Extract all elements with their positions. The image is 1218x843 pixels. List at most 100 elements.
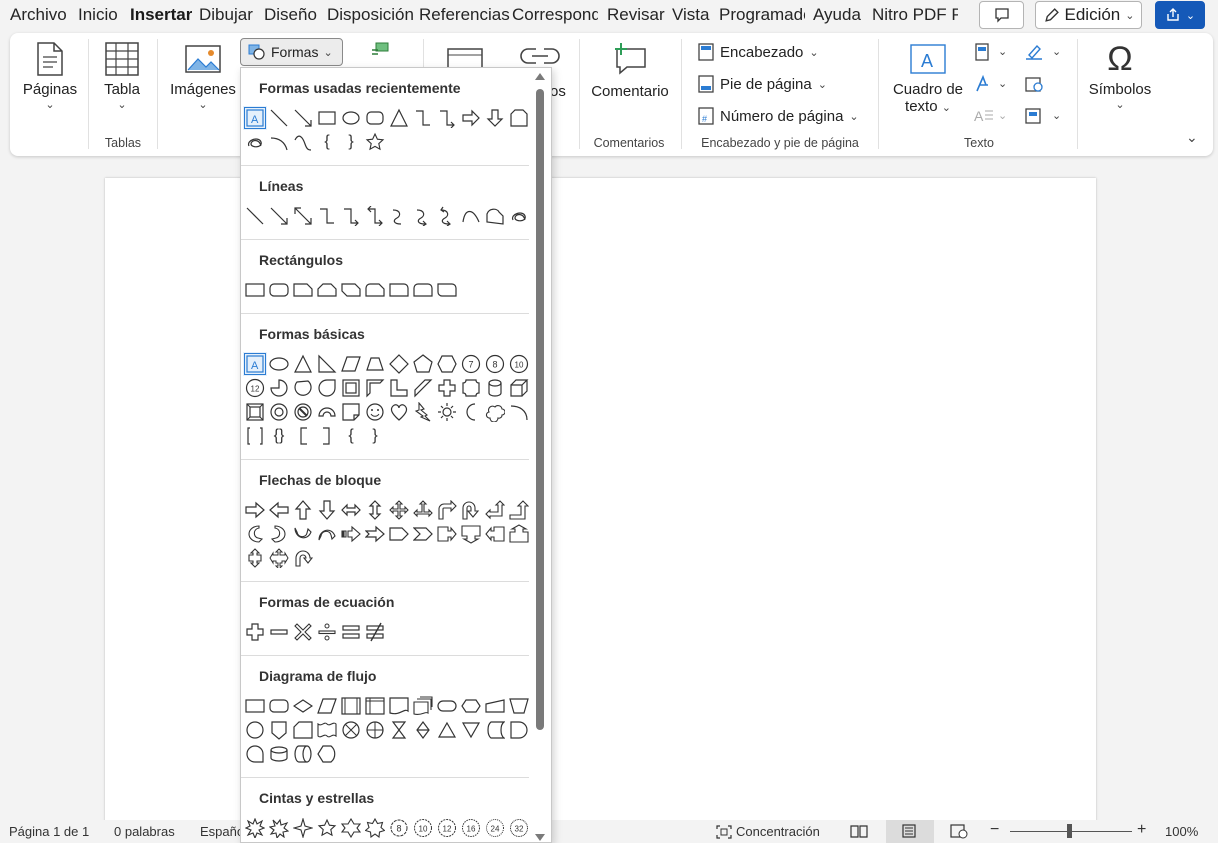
up-down-arrow-shape[interactable]	[363, 498, 387, 522]
bent-up-arrow-shape[interactable]	[507, 498, 531, 522]
explosion-2-shape[interactable]	[267, 816, 291, 840]
flowchart-collate-shape[interactable]	[387, 718, 411, 742]
flowchart-magnetic-disk-shape[interactable]	[267, 742, 291, 766]
smartart-icon[interactable]	[368, 41, 392, 59]
tab-revisar[interactable]: Revisar	[607, 5, 665, 25]
shapes-scrollbar[interactable]	[529, 68, 551, 842]
star-shape[interactable]	[363, 130, 387, 154]
snip-same-side-corner-rectangle-shape[interactable]	[315, 278, 339, 302]
pentagon-arrow-shape[interactable]	[387, 522, 411, 546]
bent-arrow-shape[interactable]	[435, 498, 459, 522]
text-box-shape[interactable]: A	[243, 352, 267, 376]
tab-referencias[interactable]: Referencias	[419, 5, 510, 25]
signature-line-icon[interactable]	[1024, 43, 1044, 61]
block-arc-shape[interactable]	[315, 400, 339, 424]
quad-arrow-callout-shape[interactable]	[267, 546, 291, 570]
flowchart-terminator-shape[interactable]	[435, 694, 459, 718]
trapezoid-shape[interactable]	[363, 352, 387, 376]
scribble-shape[interactable]	[507, 204, 531, 228]
object-icon[interactable]	[1024, 107, 1044, 125]
explosion-1-shape[interactable]	[243, 816, 267, 840]
scribble-shape[interactable]	[243, 130, 267, 154]
textbox-button[interactable]: A Cuadro de texto ⌄	[890, 41, 966, 115]
arc-shape[interactable]	[507, 400, 531, 424]
parallelogram-shape[interactable]	[339, 352, 363, 376]
star-12-point-shape[interactable]: 12	[435, 816, 459, 840]
share-button[interactable]: ⌄	[1155, 1, 1205, 29]
chevron-down-icon[interactable]: ⌄	[1052, 109, 1061, 122]
triangle-shape[interactable]	[387, 106, 411, 130]
round-single-corner-rectangle-shape[interactable]	[387, 278, 411, 302]
elbow-connector-shape[interactable]	[315, 204, 339, 228]
right-bracket-shape[interactable]	[315, 424, 339, 448]
no-symbol-shape[interactable]	[291, 400, 315, 424]
left-bracket-shape[interactable]	[291, 424, 315, 448]
curved-connector-shape[interactable]	[387, 204, 411, 228]
double-brace-shape[interactable]: {}	[267, 424, 291, 448]
zoom-level[interactable]: 100%	[1165, 824, 1198, 839]
star-24-point-shape[interactable]: 24	[483, 816, 507, 840]
rectangle-shape[interactable]	[315, 106, 339, 130]
zoom-out-button[interactable]: −	[990, 821, 999, 839]
right-arrow-shape[interactable]	[243, 498, 267, 522]
flowchart-document-shape[interactable]	[387, 694, 411, 718]
moon-shape[interactable]	[459, 400, 483, 424]
flowchart-manual-input-shape[interactable]	[483, 694, 507, 718]
pie-shape[interactable]	[267, 376, 291, 400]
quick-parts-icon[interactable]	[974, 43, 990, 61]
l-shape[interactable]	[387, 376, 411, 400]
heptagon-shape[interactable]: 7	[459, 352, 483, 376]
donut-shape[interactable]	[267, 400, 291, 424]
flowchart-or-shape[interactable]	[363, 718, 387, 742]
language[interactable]: Español	[200, 824, 240, 839]
flowchart-alternate-process-shape[interactable]	[267, 694, 291, 718]
down-arrow-callout-shape[interactable]	[459, 522, 483, 546]
read-mode-icon[interactable]	[850, 824, 868, 838]
flowchart-direct-access-storage-shape[interactable]	[291, 742, 315, 766]
text-box-shape[interactable]: A	[243, 106, 267, 130]
symbols-button[interactable]: Ω Símbolos ⌄	[1086, 41, 1154, 111]
down-arrow-shape[interactable]	[483, 106, 507, 130]
elbow-connector-shape[interactable]	[411, 106, 435, 130]
snip-diagonal-corner-rectangle-shape[interactable]	[339, 278, 363, 302]
curved-right-arrow-shape[interactable]	[243, 522, 267, 546]
right-brace-shape[interactable]: }	[363, 424, 387, 448]
chevron-down-icon[interactable]: ⌄	[998, 109, 1007, 122]
notched-right-arrow-shape[interactable]	[363, 522, 387, 546]
snip-round-rectangle-shape[interactable]	[363, 278, 387, 302]
minus-sign-shape[interactable]	[267, 620, 291, 644]
left-right-arrow-shape[interactable]	[339, 498, 363, 522]
tab-archivo[interactable]: Archivo	[10, 5, 67, 25]
striped-right-arrow-shape[interactable]	[339, 522, 363, 546]
footer-button[interactable]: Pie de página ⌄	[698, 75, 827, 93]
tab-diseno[interactable]: Diseño	[264, 5, 317, 25]
curved-double-arrow-connector-shape[interactable]	[435, 204, 459, 228]
tab-correspondencia[interactable]: Correspondencia	[512, 5, 598, 25]
plus-sign-shape[interactable]	[243, 620, 267, 644]
can-shape[interactable]	[483, 376, 507, 400]
date-time-icon[interactable]	[1024, 75, 1044, 93]
down-arrow-shape[interactable]	[315, 498, 339, 522]
pages-button[interactable]: Páginas ⌄	[22, 41, 78, 111]
u-turn-arrow-shape[interactable]	[459, 498, 483, 522]
tab-ayuda[interactable]: Ayuda	[813, 5, 861, 25]
division-sign-shape[interactable]	[315, 620, 339, 644]
plus-shape[interactable]	[435, 376, 459, 400]
flowchart-extract-shape[interactable]	[435, 718, 459, 742]
line-shape[interactable]	[243, 204, 267, 228]
wordart-icon[interactable]	[974, 75, 992, 93]
print-layout-button[interactable]	[886, 820, 934, 843]
diamond-shape[interactable]	[387, 352, 411, 376]
oval-shape[interactable]	[267, 352, 291, 376]
sun-shape[interactable]	[435, 400, 459, 424]
hexagon-shape[interactable]	[435, 352, 459, 376]
double-arrow-line-shape[interactable]	[291, 204, 315, 228]
round-diagonal-rectangle-shape[interactable]	[435, 278, 459, 302]
left-brace-shape[interactable]: {	[315, 130, 339, 154]
flowchart-sort-shape[interactable]	[411, 718, 435, 742]
star-6-point-shape[interactable]	[339, 816, 363, 840]
star-10-point-shape[interactable]: 10	[411, 816, 435, 840]
multiply-sign-shape[interactable]	[291, 620, 315, 644]
rounded-rectangle-shape[interactable]	[363, 106, 387, 130]
tab-insertar[interactable]: Insertar	[130, 5, 192, 25]
